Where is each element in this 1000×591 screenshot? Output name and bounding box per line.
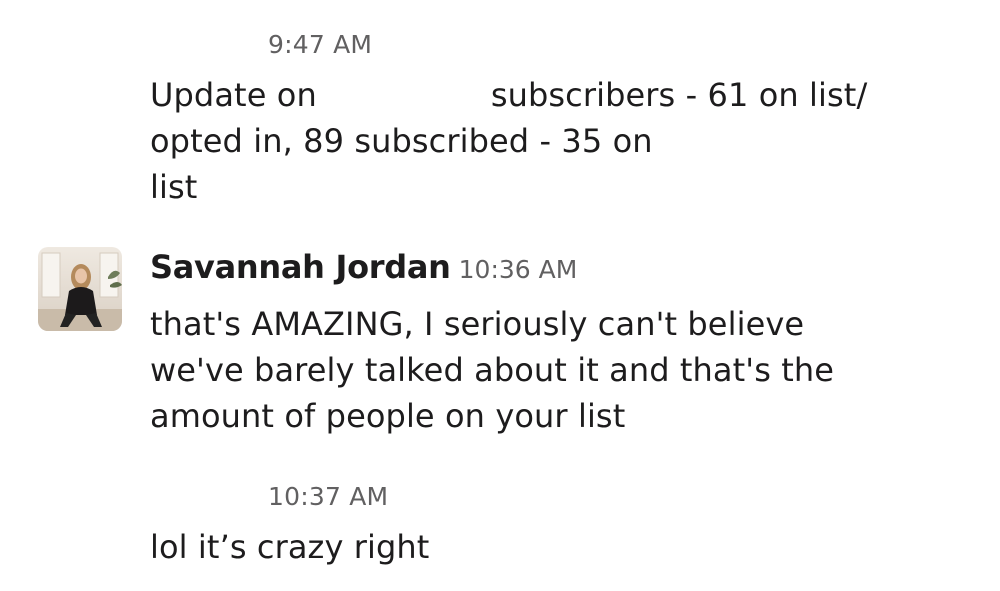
message-line: Update on subscribers - 61 on list/ bbox=[150, 76, 868, 114]
message-body: Update on subscribers - 61 on list/ opted… bbox=[150, 72, 867, 210]
message-timestamp[interactable]: 10:36 AM bbox=[459, 255, 578, 284]
message-line: amount of people on your list bbox=[150, 397, 626, 435]
message-line: that's AMAZING, I seriously can't believ… bbox=[150, 305, 805, 343]
message-timestamp[interactable]: 10:37 AM bbox=[268, 482, 388, 511]
user-avatar-photo-icon bbox=[38, 247, 122, 331]
message-line: lol it’s crazy right bbox=[150, 528, 430, 566]
sender-name[interactable]: Savannah Jordan bbox=[150, 248, 451, 286]
message-body: lol it’s crazy right bbox=[150, 524, 429, 570]
message-header: Savannah Jordan 10:36 AM bbox=[150, 248, 577, 286]
message-line: we've barely talked about it and that's … bbox=[150, 351, 835, 389]
message-body: that's AMAZING, I seriously can't believ… bbox=[150, 301, 834, 439]
message-line: opted in, 89 subscribed - 35 on bbox=[150, 122, 653, 160]
message-timestamp[interactable]: 9:47 AM bbox=[268, 30, 372, 59]
message-line: list bbox=[150, 168, 198, 206]
avatar[interactable] bbox=[38, 247, 122, 331]
